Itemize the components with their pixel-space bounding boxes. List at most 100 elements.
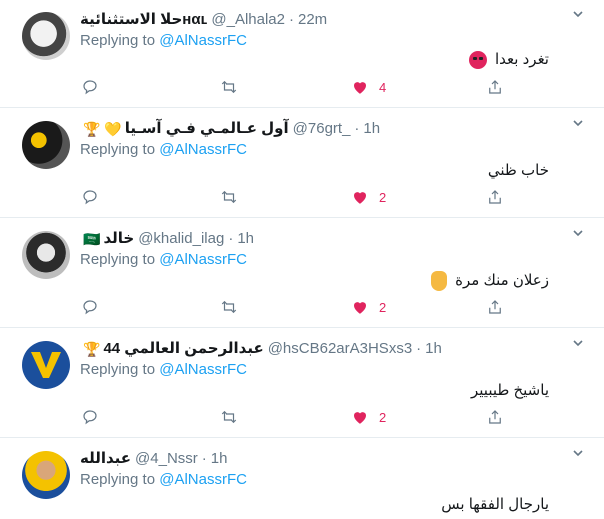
angry-face-icon — [468, 51, 487, 70]
chevron-down-icon[interactable] — [572, 447, 584, 459]
share-icon — [489, 300, 501, 314]
tweet-header: ʜαʟحلا الاستثنائية @_Alhala2 · 22m — [80, 10, 327, 30]
chevron-down-icon[interactable] — [572, 337, 584, 349]
tweet-actions: 4 — [0, 78, 604, 98]
share-button[interactable] — [486, 298, 504, 316]
retweet-button[interactable] — [220, 298, 238, 316]
heart-icon — [354, 412, 366, 424]
separator-dot: · — [354, 120, 360, 137]
author-name[interactable]: خالد — [103, 229, 134, 249]
reply-icon — [83, 410, 97, 425]
share-icon — [489, 80, 501, 94]
retweet-icon — [221, 410, 237, 424]
replying-to: Replying to @AlNassrFC — [80, 471, 247, 488]
like-button[interactable]: 4 — [351, 78, 386, 96]
timestamp[interactable]: 1h — [237, 229, 254, 249]
reply-icon — [83, 190, 97, 205]
tweet[interactable]: 🇸🇦 خالد @khalid_ilag · 1h Replying to @A… — [0, 219, 604, 328]
mention-link[interactable]: @AlNassrFC — [159, 251, 247, 268]
reply-button[interactable] — [81, 408, 99, 426]
author-name[interactable]: آول عـالمـي فـي آسـيا — [125, 119, 289, 139]
tweet[interactable]: 🏆 عبدالرحمن العالمي 44 @hsCB62arA3HSxs3 … — [0, 329, 604, 438]
separator-dot: · — [288, 11, 294, 28]
reply-button[interactable] — [81, 188, 99, 206]
timestamp[interactable]: 1h — [425, 339, 442, 359]
separator-dot: · — [201, 450, 207, 467]
mention-link[interactable]: @AlNassrFC — [159, 471, 247, 488]
like-count: 4 — [379, 79, 387, 95]
v-logo-icon — [31, 352, 61, 378]
tweet-text: يارجال الفقها بس — [441, 496, 549, 513]
retweet-icon — [221, 190, 237, 204]
retweet-icon — [221, 80, 237, 94]
avatar[interactable] — [22, 341, 70, 389]
reply-icon — [83, 80, 97, 95]
author-name[interactable]: عبدالرحمن العالمي 44 — [103, 339, 263, 359]
tweet[interactable]: ʜαʟحلا الاستثنائية @_Alhala2 · 22m Reply… — [0, 0, 604, 108]
avatar[interactable] — [22, 451, 70, 499]
like-count: 2 — [379, 409, 387, 425]
tweet-header: 🏆 💛 آول عـالمـي فـي آسـيا @76grt_ · 1h — [80, 119, 380, 139]
trophy-icon: 🏆 — [83, 341, 101, 357]
timestamp[interactable]: 1h — [211, 449, 228, 469]
like-button[interactable]: 2 — [351, 298, 386, 316]
mention-link[interactable]: @AlNassrFC — [159, 32, 247, 49]
trophy-heart-icon: 🏆 💛 — [83, 121, 122, 137]
tweet-text: زعلان منك مرة — [430, 271, 549, 292]
tweet-text: ياشيخ طيبيير — [470, 382, 549, 399]
mention-link[interactable]: @AlNassrFC — [159, 141, 247, 158]
heart-icon — [354, 302, 366, 314]
like-count: 2 — [379, 299, 387, 315]
tweet-actions: 2 — [0, 298, 604, 318]
retweet-button[interactable] — [220, 188, 238, 206]
tweet[interactable]: 🏆 💛 آول عـالمـي فـي آسـيا @76grt_ · 1h R… — [0, 109, 604, 218]
replying-to: Replying to @AlNassrFC — [80, 141, 247, 158]
chevron-down-icon[interactable] — [572, 8, 584, 20]
flag-icon: 🇸🇦 — [83, 231, 101, 247]
mention-link[interactable]: @AlNassrFC — [159, 361, 247, 378]
tweet-header: 🏆 عبدالرحمن العالمي 44 @hsCB62arA3HSxs3 … — [80, 339, 442, 359]
separator-dot: · — [228, 230, 234, 247]
author-handle[interactable]: @hsCB62arA3HSxs3 — [268, 339, 412, 359]
tweet-text: خاب ظني — [487, 162, 549, 179]
tweet-text: تغرد بعدا — [468, 50, 549, 70]
tweet-header: عبدالله @4_Nssr · 1h — [80, 449, 227, 469]
avatar[interactable] — [22, 231, 70, 279]
share-icon — [489, 410, 501, 424]
timestamp[interactable]: 22m — [298, 10, 327, 30]
author-handle[interactable]: @4_Nssr — [135, 449, 198, 469]
avatar[interactable] — [22, 121, 70, 169]
retweet-button[interactable] — [220, 408, 238, 426]
timestamp[interactable]: 1h — [363, 119, 380, 139]
replying-to: Replying to @AlNassrFC — [80, 361, 247, 378]
tweet[interactable]: عبدالله @4_Nssr · 1h Replying to @AlNass… — [0, 439, 604, 519]
raised-hand-icon — [430, 271, 447, 292]
like-count: 2 — [379, 189, 387, 205]
replying-to: Replying to @AlNassrFC — [80, 32, 247, 49]
reply-button[interactable] — [81, 298, 99, 316]
author-name[interactable]: عبدالله — [80, 449, 131, 469]
chevron-down-icon[interactable] — [572, 117, 584, 129]
tweet-header: 🇸🇦 خالد @khalid_ilag · 1h — [80, 229, 254, 249]
retweet-icon — [221, 300, 237, 314]
author-name[interactable]: ʜαʟحلا الاستثنائية — [80, 10, 207, 30]
author-handle[interactable]: @khalid_ilag — [138, 229, 224, 249]
author-handle[interactable]: @_Alhala2 — [211, 10, 285, 30]
heart-icon — [354, 82, 366, 94]
share-icon — [489, 190, 501, 204]
share-button[interactable] — [486, 78, 504, 96]
author-handle[interactable]: @76grt_ — [293, 119, 351, 139]
tweet-actions: 2 — [0, 408, 604, 428]
like-button[interactable]: 2 — [351, 188, 386, 206]
tweet-actions: 2 — [0, 188, 604, 208]
retweet-button[interactable] — [220, 78, 238, 96]
share-button[interactable] — [486, 188, 504, 206]
separator-dot: · — [416, 340, 422, 357]
chevron-down-icon[interactable] — [572, 227, 584, 239]
share-button[interactable] — [486, 408, 504, 426]
reply-button[interactable] — [81, 78, 99, 96]
like-button[interactable]: 2 — [351, 408, 386, 426]
heart-icon — [354, 192, 366, 204]
avatar[interactable] — [22, 12, 70, 60]
replying-to: Replying to @AlNassrFC — [80, 251, 247, 268]
